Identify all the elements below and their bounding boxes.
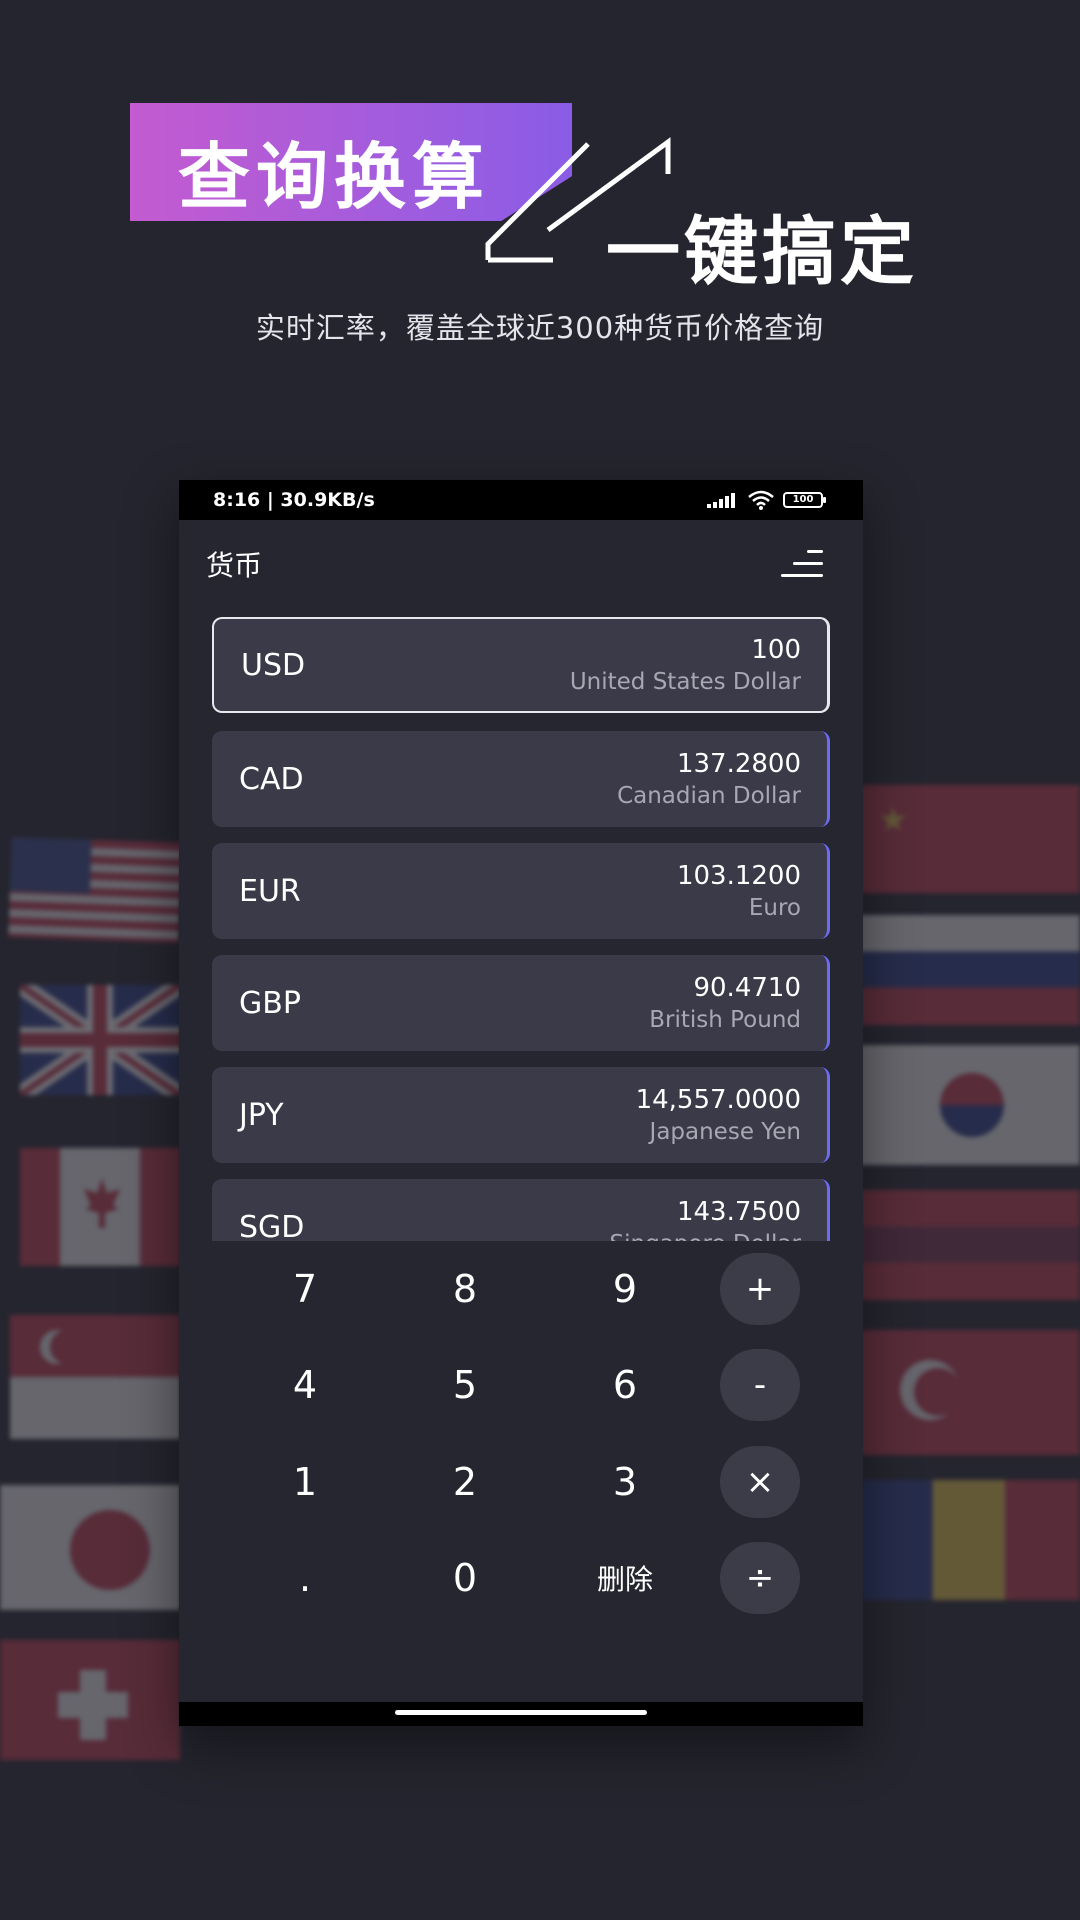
- flag-romania: [860, 1480, 1080, 1600]
- headline: 查询换算: [178, 135, 491, 219]
- flag-china: [860, 785, 1080, 893]
- currency-values: 14,557.0000 Japanese Yen: [636, 1083, 801, 1147]
- status-icons: 100: [707, 490, 826, 510]
- key-8[interactable]: 8: [415, 1249, 515, 1329]
- divide-button[interactable]: ÷: [720, 1542, 800, 1614]
- minus-button[interactable]: -: [720, 1349, 800, 1421]
- app-bar: 货币: [179, 520, 863, 608]
- key-6[interactable]: 6: [575, 1345, 675, 1425]
- home-indicator: [179, 1702, 863, 1726]
- currency-values: 103.1200 Euro: [677, 859, 801, 923]
- currency-amount: 143.7500: [676, 1197, 801, 1227]
- home-indicator-pill[interactable]: [395, 1710, 647, 1715]
- flag-canada: [20, 1148, 180, 1266]
- flag-turkey: [860, 1330, 1080, 1455]
- currency-values: 137.2800 Canadian Dollar: [617, 747, 801, 811]
- currency-name: Japanese Yen: [649, 1119, 801, 1145]
- key-2[interactable]: 2: [415, 1442, 515, 1522]
- status-time-speed: 8:16 | 30.9KB/s: [213, 489, 375, 511]
- currency-amount: 100: [751, 635, 801, 665]
- currency-list: USD 100 United States Dollar CAD 137.280…: [212, 617, 830, 1241]
- currency-values: 90.4710 British Pound: [649, 971, 801, 1035]
- key-9[interactable]: 9: [575, 1249, 675, 1329]
- currency-code: CAD: [239, 761, 304, 797]
- currency-name: British Pound: [649, 1007, 801, 1033]
- currency-row-gbp[interactable]: GBP 90.4710 British Pound: [212, 955, 830, 1051]
- currency-name: United States Dollar: [569, 669, 801, 695]
- currency-amount: 103.1200: [676, 861, 801, 891]
- currency-values: 100 United States Dollar: [570, 633, 801, 697]
- subheadline: 一键搞定: [606, 209, 918, 295]
- currency-name: Canadian Dollar: [617, 783, 801, 809]
- key-7[interactable]: 7: [255, 1249, 355, 1329]
- currency-amount: 90.4710: [693, 973, 801, 1003]
- currency-amount: 14,557.0000: [635, 1085, 801, 1115]
- signal-icon: [707, 493, 735, 508]
- flag-switzerland: [0, 1640, 180, 1760]
- battery-icon: 100: [783, 492, 826, 508]
- flag-korea: [860, 1045, 1080, 1165]
- currency-name: Singapore Dollar: [610, 1229, 801, 1241]
- currency-row-cad[interactable]: CAD 137.2800 Canadian Dollar: [212, 731, 830, 827]
- currency-code: GBP: [239, 985, 301, 1021]
- key-3[interactable]: 3: [575, 1442, 675, 1522]
- flag-russia: [860, 915, 1080, 1025]
- flag-usa: [8, 837, 182, 943]
- tagline: 实时汇率，覆盖全球近300种货币价格查询: [255, 311, 825, 345]
- currency-row-eur[interactable]: EUR 103.1200 Euro: [212, 843, 830, 939]
- multiply-button[interactable]: ×: [720, 1446, 800, 1518]
- currency-name: Euro: [748, 895, 801, 921]
- plus-button[interactable]: +: [720, 1253, 800, 1325]
- currency-values: 143.7500 Singapore Dollar: [610, 1195, 801, 1241]
- phone-screen: 8:16 | 30.9KB/s 100 货币 USD 100 United St…: [179, 480, 863, 1726]
- currency-amount: 137.2800: [676, 749, 801, 779]
- keypad: 7 8 9 + 4 5 6 - 1 2 3 × . 0 删除 ÷: [179, 1241, 863, 1701]
- currency-code: SGD: [239, 1209, 305, 1242]
- flag-red-stripes: [860, 1190, 1080, 1300]
- app-title: 货币: [206, 549, 263, 582]
- currency-code: USD: [241, 647, 306, 683]
- currency-row-sgd[interactable]: SGD 143.7500 Singapore Dollar: [212, 1179, 830, 1241]
- key-dot[interactable]: .: [255, 1538, 355, 1618]
- delete-button[interactable]: 删除: [575, 1538, 675, 1618]
- currency-row-jpy[interactable]: JPY 14,557.0000 Japanese Yen: [212, 1067, 830, 1163]
- key-1[interactable]: 1: [255, 1442, 355, 1522]
- currency-row-usd[interactable]: USD 100 United States Dollar: [212, 617, 830, 713]
- key-4[interactable]: 4: [255, 1345, 355, 1425]
- key-0[interactable]: 0: [415, 1538, 515, 1618]
- wifi-icon: [748, 490, 774, 510]
- flag-japan: [0, 1485, 180, 1610]
- flag-uk: [20, 985, 180, 1095]
- menu-icon[interactable]: [779, 548, 823, 580]
- currency-code: JPY: [239, 1097, 284, 1133]
- currency-code: EUR: [239, 873, 301, 909]
- status-bar: 8:16 | 30.9KB/s 100: [179, 480, 863, 520]
- flag-singapore: [10, 1315, 180, 1439]
- key-5[interactable]: 5: [415, 1345, 515, 1425]
